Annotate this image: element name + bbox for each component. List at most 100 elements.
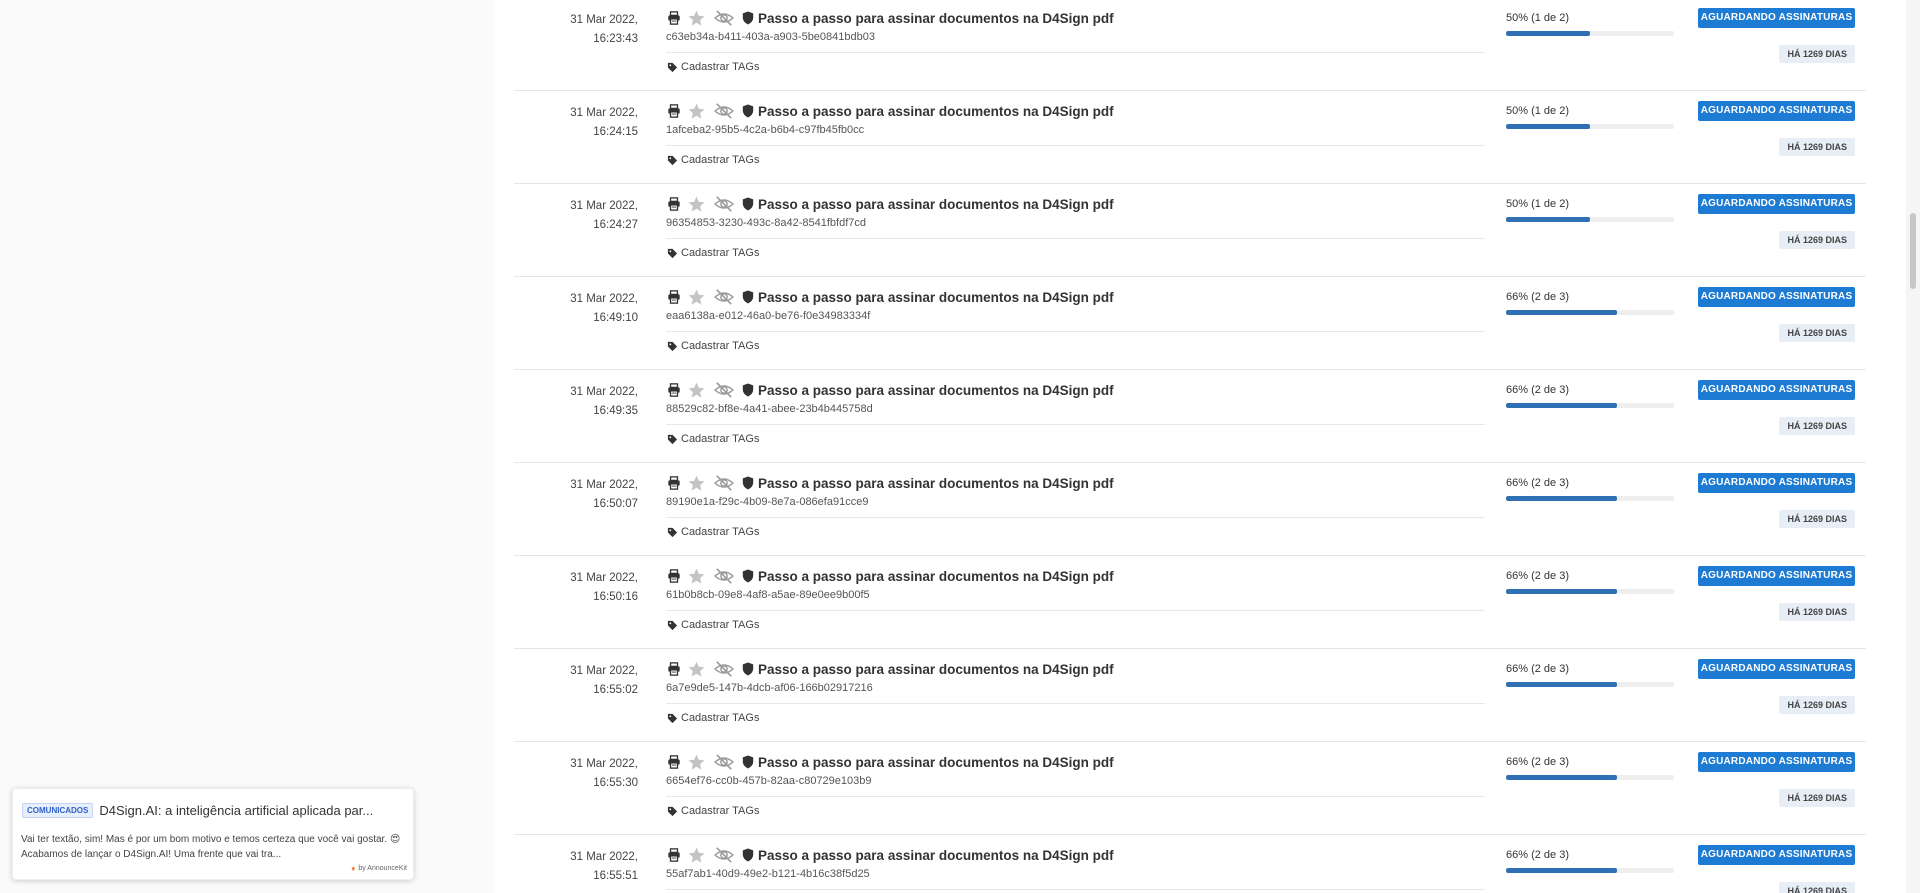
status-button[interactable]: AGUARDANDO ASSINATURAS — [1698, 194, 1855, 214]
register-tags-link[interactable]: Cadastrar TAGs — [666, 617, 1485, 633]
scrollbar-thumb[interactable] — [1910, 213, 1916, 289]
print-icon[interactable] — [666, 754, 682, 770]
register-tags-label: Cadastrar TAGs — [681, 61, 760, 73]
document-row[interactable]: 31 Mar 2022, 16:49:10 Passo a passo para… — [514, 277, 1866, 370]
document-row[interactable]: 31 Mar 2022, 16:49:35 Passo a passo para… — [514, 370, 1866, 463]
document-divider — [666, 424, 1485, 425]
status-button[interactable]: AGUARDANDO ASSINATURAS — [1698, 8, 1855, 28]
eye-slash-icon[interactable] — [712, 101, 736, 121]
star-icon[interactable] — [686, 473, 706, 493]
eye-slash-icon[interactable] — [712, 287, 736, 307]
document-info: Passo a passo para assinar documentos na… — [666, 659, 1485, 726]
document-title[interactable]: Passo a passo para assinar documentos na… — [758, 11, 1114, 26]
tag-icon — [666, 805, 678, 817]
document-date-day: 31 Mar 2022, — [570, 758, 638, 770]
register-tags-link[interactable]: Cadastrar TAGs — [666, 245, 1485, 261]
star-icon[interactable] — [686, 659, 706, 679]
print-icon[interactable] — [666, 10, 682, 26]
document-title[interactable]: Passo a passo para assinar documentos na… — [758, 476, 1114, 491]
status-button[interactable]: AGUARDANDO ASSINATURAS — [1698, 380, 1855, 400]
document-title[interactable]: Passo a passo para assinar documentos na… — [758, 104, 1114, 119]
document-title[interactable]: Passo a passo para assinar documentos na… — [758, 197, 1114, 212]
signature-progress-label: 50% (1 de 2) — [1506, 12, 1569, 24]
register-tags-link[interactable]: Cadastrar TAGs — [666, 524, 1485, 540]
star-icon[interactable] — [686, 8, 706, 28]
scrollbar[interactable] — [1906, 0, 1920, 893]
document-info: Passo a passo para assinar documentos na… — [666, 845, 1485, 893]
tag-icon — [666, 619, 678, 631]
document-row[interactable]: 31 Mar 2022, 16:50:16 Passo a passo para… — [514, 556, 1866, 649]
document-row[interactable]: 31 Mar 2022, 16:23:43 Passo a passo para… — [514, 0, 1866, 91]
status-button[interactable]: AGUARDANDO ASSINATURAS — [1698, 752, 1855, 772]
document-divider — [666, 52, 1485, 53]
print-icon[interactable] — [666, 103, 682, 119]
print-icon[interactable] — [666, 847, 682, 863]
print-icon[interactable] — [666, 568, 682, 584]
star-icon[interactable] — [686, 194, 706, 214]
star-icon[interactable] — [686, 101, 706, 121]
document-title-line: Passo a passo para assinar documentos na… — [666, 659, 1485, 679]
document-row[interactable]: 31 Mar 2022, 16:55:51 Passo a passo para… — [514, 835, 1866, 893]
eye-slash-icon[interactable] — [712, 8, 736, 28]
status-button[interactable]: AGUARDANDO ASSINATURAS — [1698, 473, 1855, 493]
document-row[interactable]: 31 Mar 2022, 16:55:30 Passo a passo para… — [514, 742, 1866, 835]
register-tags-link[interactable]: Cadastrar TAGs — [666, 431, 1485, 447]
register-tags-link[interactable]: Cadastrar TAGs — [666, 152, 1485, 168]
signature-progress-track — [1506, 217, 1674, 222]
star-icon[interactable] — [686, 566, 706, 586]
document-age-badge: HÁ 1269 DIAS — [1779, 417, 1855, 435]
register-tags-link[interactable]: Cadastrar TAGs — [666, 803, 1485, 819]
eye-slash-icon[interactable] — [712, 752, 736, 772]
document-date: 31 Mar 2022, 16:24:15 — [514, 104, 638, 142]
status-button[interactable]: AGUARDANDO ASSINATURAS — [1698, 287, 1855, 307]
document-title[interactable]: Passo a passo para assinar documentos na… — [758, 383, 1114, 398]
document-date-time: 16:24:27 — [593, 219, 638, 231]
document-row[interactable]: 31 Mar 2022, 16:50:07 Passo a passo para… — [514, 463, 1866, 556]
eye-slash-icon[interactable] — [712, 845, 736, 865]
document-title[interactable]: Passo a passo para assinar documentos na… — [758, 662, 1114, 677]
star-icon[interactable] — [686, 845, 706, 865]
status-button[interactable]: AGUARDANDO ASSINATURAS — [1698, 101, 1855, 121]
document-title[interactable]: Passo a passo para assinar documentos na… — [758, 569, 1114, 584]
signature-progress-label: 66% (2 de 3) — [1506, 477, 1569, 489]
document-row[interactable]: 31 Mar 2022, 16:24:15 Passo a passo para… — [514, 91, 1866, 184]
signature-progress-track — [1506, 775, 1674, 780]
document-date-time: 16:55:30 — [593, 777, 638, 789]
print-icon[interactable] — [666, 382, 682, 398]
document-date: 31 Mar 2022, 16:50:07 — [514, 476, 638, 514]
document-title[interactable]: Passo a passo para assinar documentos na… — [758, 290, 1114, 305]
document-row[interactable]: 31 Mar 2022, 16:24:27 Passo a passo para… — [514, 184, 1866, 277]
document-divider — [666, 703, 1485, 704]
print-icon[interactable] — [666, 661, 682, 677]
announcement-title[interactable]: D4Sign.AI: a inteligência artificial apl… — [99, 803, 373, 818]
star-icon[interactable] — [686, 752, 706, 772]
document-row[interactable]: 31 Mar 2022, 16:55:02 Passo a passo para… — [514, 649, 1866, 742]
announcement-widget[interactable]: COMUNICADOS D4Sign.AI: a inteligência ar… — [12, 788, 414, 880]
star-icon[interactable] — [686, 380, 706, 400]
document-title-line: Passo a passo para assinar documentos na… — [666, 380, 1485, 400]
eye-slash-icon[interactable] — [712, 473, 736, 493]
eye-slash-icon[interactable] — [712, 659, 736, 679]
document-divider — [666, 331, 1485, 332]
eye-slash-icon[interactable] — [712, 566, 736, 586]
announcement-footer[interactable]: ♦ by AnnounceKit — [351, 864, 407, 873]
eye-slash-icon[interactable] — [712, 194, 736, 214]
document-title-line: Passo a passo para assinar documentos na… — [666, 8, 1485, 28]
star-icon[interactable] — [686, 287, 706, 307]
document-date-day: 31 Mar 2022, — [570, 386, 638, 398]
status-button[interactable]: AGUARDANDO ASSINATURAS — [1698, 566, 1855, 586]
print-icon[interactable] — [666, 475, 682, 491]
eye-slash-icon[interactable] — [712, 380, 736, 400]
document-title-line: Passo a passo para assinar documentos na… — [666, 473, 1485, 493]
register-tags-label: Cadastrar TAGs — [681, 340, 760, 352]
register-tags-link[interactable]: Cadastrar TAGs — [666, 338, 1485, 354]
document-divider — [666, 610, 1485, 611]
document-title[interactable]: Passo a passo para assinar documentos na… — [758, 755, 1114, 770]
register-tags-link[interactable]: Cadastrar TAGs — [666, 59, 1485, 75]
status-button[interactable]: AGUARDANDO ASSINATURAS — [1698, 659, 1855, 679]
print-icon[interactable] — [666, 289, 682, 305]
status-button[interactable]: AGUARDANDO ASSINATURAS — [1698, 845, 1855, 865]
register-tags-link[interactable]: Cadastrar TAGs — [666, 710, 1485, 726]
document-title[interactable]: Passo a passo para assinar documentos na… — [758, 848, 1114, 863]
print-icon[interactable] — [666, 196, 682, 212]
